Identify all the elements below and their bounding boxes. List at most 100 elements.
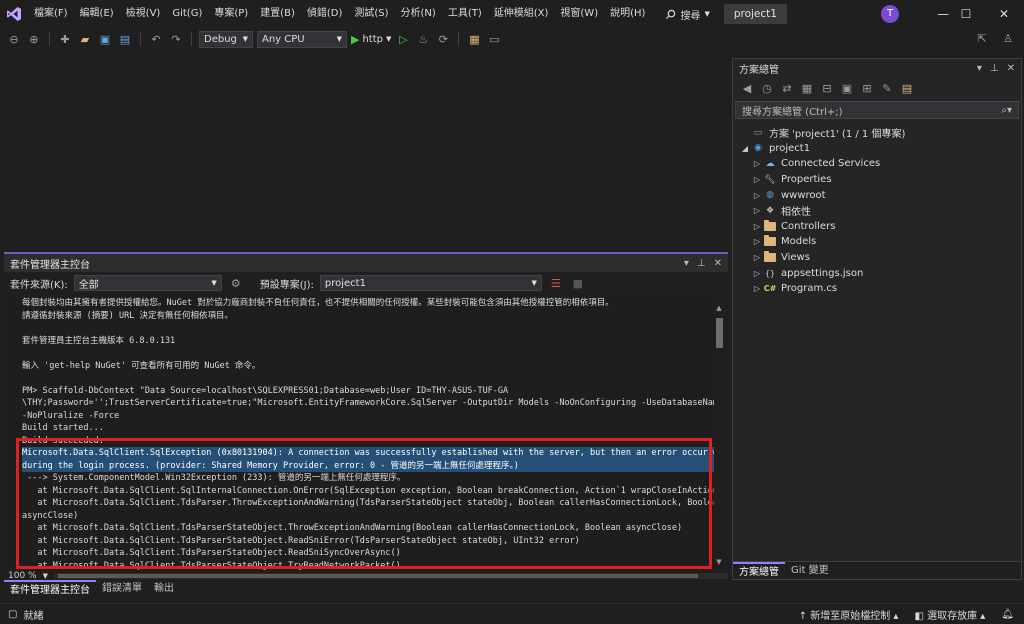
tree-project[interactable]: ◢ ◉ project1 (733, 141, 1021, 157)
project-label: project1 (769, 142, 811, 154)
menu-item[interactable]: 編輯(E) (74, 3, 120, 25)
stop-icon[interactable]: ■ (570, 275, 586, 291)
tree-item[interactable]: ▷ ◍ wwwroot (733, 187, 1021, 203)
live-share-icon[interactable]: ⇱ (974, 30, 990, 46)
menu-item[interactable]: 測試(S) (348, 3, 394, 25)
chevron-down-icon[interactable]: ▾ (977, 63, 982, 74)
chevron-down-icon: ▼ (386, 35, 392, 43)
maximize-button[interactable]: ☐ (946, 0, 986, 28)
chevron-right-icon[interactable]: ▷ (751, 159, 763, 168)
avatar[interactable]: T (881, 5, 899, 23)
chevron-right-icon[interactable]: ▷ (751, 191, 763, 200)
chevron-right-icon[interactable]: ▷ (751, 222, 763, 231)
menu-item[interactable]: 延伸模組(X) (488, 3, 555, 25)
hot-reload-icon[interactable]: ♨ (415, 31, 431, 47)
platform-select[interactable]: Any CPU ▼ (257, 30, 347, 48)
back-icon[interactable]: ⊖ (6, 31, 22, 47)
undo-icon[interactable]: ↶ (148, 31, 164, 47)
scroll-thumb[interactable] (57, 574, 698, 578)
tab-bottom-panel[interactable]: 套件管理器主控台 (4, 580, 96, 598)
tab-bottom-panel[interactable]: 錯誤清單 (96, 580, 148, 598)
tree-solution[interactable]: ▭ 方案 'project1' (1 / 1 個專案) (733, 125, 1021, 141)
chevron-right-icon[interactable]: ▷ (751, 253, 763, 262)
scroll-thumb[interactable] (716, 318, 723, 348)
save-icon[interactable]: ▣ (97, 31, 113, 47)
tree-item[interactable]: ▷ 🔧︎ Properties (733, 172, 1021, 188)
tree-item[interactable]: ▷ C# Program.cs (733, 281, 1021, 297)
tree-item[interactable]: ▷ ❖ 相依性 (733, 203, 1021, 219)
clear-console-icon[interactable]: ☰ (548, 275, 564, 291)
back-icon[interactable]: ◀ (739, 80, 755, 96)
tab-solution-bottom[interactable]: Git 變更 (785, 562, 835, 580)
menu-item[interactable]: 偵錯(D) (301, 3, 349, 25)
package-source-select[interactable]: 全部 ▼ (73, 275, 222, 291)
pmc-header: 套件管理器主控台 ▾ ⊥ ✕ (4, 254, 728, 272)
scroll-down-icon[interactable]: ▼ (714, 558, 724, 566)
pmc-controls: 套件來源(K): 全部 ▼ ⚙ 預設專案(J): project1 ▼ ☰ ■ (4, 272, 728, 294)
settings-gear-icon[interactable]: ⚙ (228, 275, 244, 291)
menu-item[interactable]: 視窗(W) (554, 3, 604, 25)
tree-item[interactable]: ▷{} appsettings.json (733, 265, 1021, 281)
close-icon[interactable]: ✕ (1007, 63, 1015, 74)
layout-icon[interactable]: ▭ (486, 31, 502, 47)
chevron-right-icon[interactable]: ▷ (751, 175, 763, 184)
tree-item[interactable]: ▷ ☁ Connected Services (733, 156, 1021, 172)
menu-item[interactable]: 專案(P) (208, 3, 254, 25)
search-icon (666, 9, 676, 19)
browser-link-icon[interactable]: ▦ (466, 31, 482, 47)
tab-bottom-panel[interactable]: 輸出 (148, 580, 180, 598)
close-button[interactable]: ✕ (984, 0, 1024, 28)
menu-item[interactable]: 分析(N) (395, 3, 442, 25)
chevron-right-icon[interactable]: ▷ (751, 206, 763, 215)
save-all-icon[interactable]: ▤ (117, 31, 133, 47)
menu-item[interactable]: 檢視(V) (120, 3, 167, 25)
preview-icon[interactable]: ▤ (899, 80, 915, 96)
open-folder-icon[interactable]: ▰ (77, 31, 93, 47)
menu-item[interactable]: 工具(T) (442, 3, 488, 25)
history-icon[interactable]: ◷ (759, 80, 775, 96)
pin-icon[interactable]: ⊥ (697, 258, 706, 269)
chevron-expanded-icon[interactable]: ◢ (739, 144, 751, 153)
select-repo-button[interactable]: ◧ 選取存放庫 ▴ (914, 607, 985, 622)
project-name-badge[interactable]: project1 (723, 4, 787, 24)
chevron-down-icon[interactable]: ▾ (684, 258, 689, 269)
add-source-control-button[interactable]: ↑ 新增至原始檔控制 ▴ (799, 607, 899, 622)
forward-icon[interactable]: ⊕ (26, 31, 42, 47)
chevron-down-icon[interactable]: ▼ (43, 572, 48, 580)
console-horizontal-scrollbar[interactable] (53, 573, 728, 579)
chevron-right-icon[interactable]: ▷ (751, 284, 763, 293)
menu-item[interactable]: Git(G) (166, 3, 208, 25)
redo-icon[interactable]: ↷ (168, 31, 184, 47)
tree-item[interactable]: ▷ Views (733, 250, 1021, 266)
tree-item[interactable]: ▷ Controllers (733, 219, 1021, 235)
collapse-all-icon[interactable]: ⊟ (819, 80, 835, 96)
menu-item[interactable]: 建置(B) (254, 3, 301, 25)
tree-item[interactable]: ▷ Models (733, 234, 1021, 250)
new-project-icon[interactable]: ✚ (57, 31, 73, 47)
switch-views-icon[interactable]: ⊞ (859, 80, 875, 96)
pin-icon[interactable]: ⊥ (990, 63, 999, 74)
run-button[interactable]: ▶ http ▼ (351, 33, 391, 46)
sync-icon[interactable]: ⇄ (779, 80, 795, 96)
tab-solution-bottom[interactable]: 方案總管 (733, 561, 785, 580)
refresh-icon[interactable]: ⟳ (435, 31, 451, 47)
default-project-select[interactable]: project1 ▼ (319, 275, 542, 291)
notifications-icon[interactable]: 🔔︎ (1001, 609, 1014, 620)
menu-item[interactable]: 檔案(F) (28, 3, 74, 25)
console-vertical-scrollbar[interactable]: ▲ ▼ (714, 304, 724, 566)
solution-search-input[interactable]: 搜尋方案總管 (Ctrl+;) ⌕▾ (735, 101, 1019, 119)
properties-icon[interactable]: ✎ (879, 80, 895, 96)
chevron-right-icon[interactable]: ▷ (751, 269, 763, 278)
show-all-files-icon[interactable]: ▣ (839, 80, 855, 96)
run-without-debug-icon[interactable]: ▷ (395, 31, 411, 47)
configuration-select[interactable]: Debug ▼ (199, 30, 253, 48)
scroll-up-icon[interactable]: ▲ (714, 304, 724, 312)
admin-icon[interactable]: ♙ (1000, 30, 1016, 46)
chevron-right-icon[interactable]: ▷ (751, 237, 763, 246)
pending-changes-icon[interactable]: ▦ (799, 80, 815, 96)
close-icon[interactable]: ✕ (714, 258, 722, 269)
visual-studio-logo-icon[interactable] (0, 0, 28, 28)
menu-item[interactable]: 說明(H) (604, 3, 651, 25)
search-label: 搜尋 (680, 10, 701, 22)
global-search[interactable]: 搜尋 ▼ (661, 3, 713, 25)
